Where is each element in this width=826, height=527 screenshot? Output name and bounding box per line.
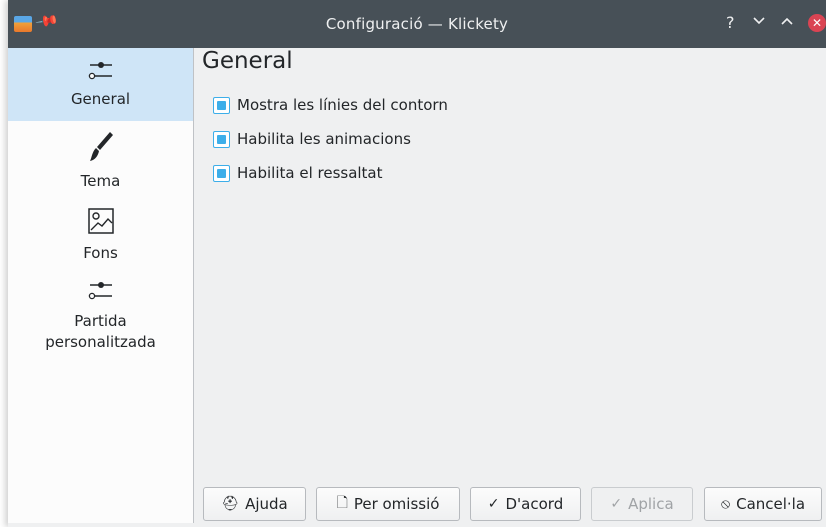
title-bar[interactable]: 📌 Configuració — Klickety ? ✕: [8, 0, 826, 48]
sliders-icon: [88, 282, 112, 300]
button-label: Ajuda: [245, 495, 288, 513]
lifebuoy-icon: ⛑: [221, 496, 240, 512]
option-show-outlines[interactable]: Mostra les línies del contorn: [213, 94, 448, 116]
sidebar-item-fons[interactable]: Fons: [8, 206, 193, 266]
sidebar-item-label: Tema: [80, 172, 121, 190]
cancel-icon: ⦸: [720, 496, 731, 512]
help-dialog-button[interactable]: ⛑ Ajuda: [203, 487, 306, 521]
sliders-icon: [88, 62, 112, 80]
option-label: Habilita les animacions: [237, 130, 411, 148]
cancel-button[interactable]: ⦸ Cancel·la: [704, 487, 822, 521]
maximize-button[interactable]: [780, 13, 794, 33]
window-title: Configuració — Klickety: [325, 15, 509, 33]
option-enable-animations[interactable]: Habilita les animacions: [213, 128, 411, 150]
chevron-up-icon: [781, 17, 793, 25]
close-button[interactable]: ✕: [808, 14, 826, 32]
sidebar-item-general[interactable]: General: [8, 48, 193, 121]
option-label: Mostra les línies del contorn: [237, 96, 448, 114]
sidebar-item-label: Fons: [83, 244, 118, 262]
sidebar-item-tema[interactable]: Tema: [8, 130, 193, 192]
button-label: D'acord: [505, 495, 564, 513]
checkbox[interactable]: [213, 164, 230, 182]
apply-button[interactable]: ✓ Aplica: [591, 487, 693, 521]
button-label: Cancel·la: [736, 495, 806, 513]
sidebar-item-label: General: [70, 90, 131, 108]
image-icon: [87, 208, 114, 234]
checkbox[interactable]: [213, 130, 230, 148]
sidebar-item-label: personalitzada: [45, 333, 156, 351]
settings-dialog: 📌 Configuració — Klickety ? ✕ General Te…: [8, 0, 826, 527]
option-label: Habilita el ressaltat: [237, 164, 383, 182]
check-icon: ✓: [610, 496, 623, 512]
help-button[interactable]: ?: [726, 13, 735, 33]
ok-button[interactable]: ✓ D'acord: [470, 487, 581, 521]
sidebar-item-label: Partida: [74, 312, 127, 330]
document-revert-icon: 🗋: [336, 495, 348, 511]
checkbox[interactable]: [213, 96, 230, 114]
button-label: Aplica: [628, 495, 674, 513]
sidebar-item-partida-personalitzada[interactable]: Partida personalitzada: [8, 278, 193, 368]
minimize-button[interactable]: [752, 13, 766, 33]
check-icon: ✓: [487, 496, 500, 512]
button-label: Per omissió: [353, 495, 440, 513]
chevron-down-icon: [753, 17, 765, 25]
defaults-button[interactable]: 🗋 Per omissió: [316, 487, 460, 521]
option-enable-highlight[interactable]: Habilita el ressaltat: [213, 162, 383, 184]
sidebar: General Tema Fons Partida personalitzada: [8, 48, 194, 523]
page-title: General: [202, 48, 293, 74]
paintbrush-icon: [89, 132, 113, 161]
